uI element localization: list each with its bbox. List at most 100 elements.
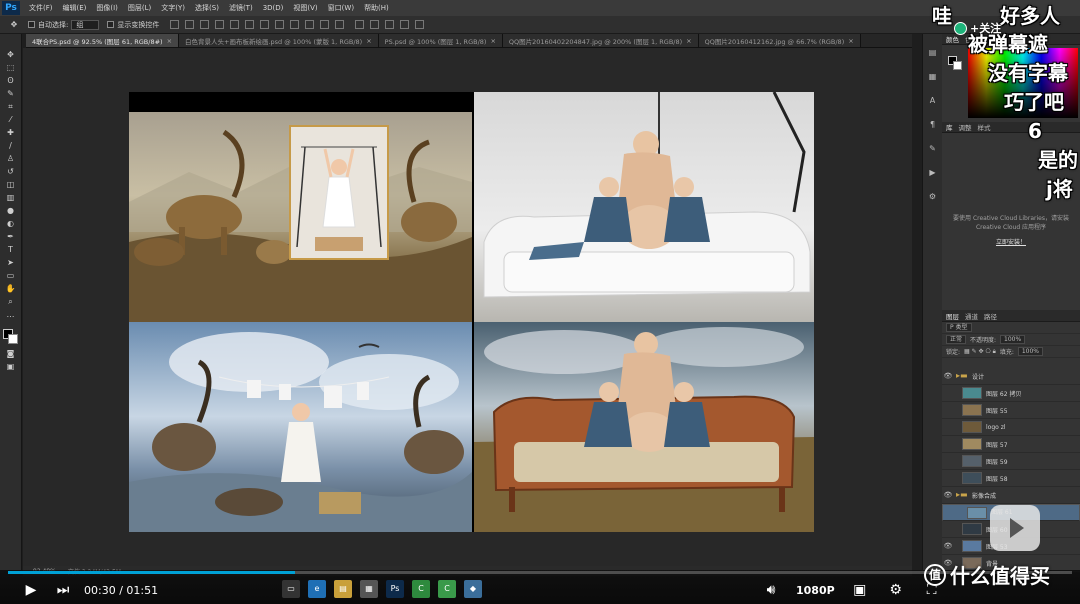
layer-name[interactable]: 设计: [972, 372, 984, 381]
tab-layers[interactable]: 图层: [946, 311, 959, 321]
tool-presets-icon[interactable]: ⚙: [928, 192, 938, 202]
menu-view[interactable]: 视图(V): [288, 3, 322, 13]
danmaku-toggle-icon[interactable]: ▣: [849, 582, 871, 598]
close-icon[interactable]: ×: [686, 37, 691, 45]
layer-row[interactable]: 图层 55: [942, 402, 1080, 419]
move-tool-icon[interactable]: ✥: [5, 50, 17, 59]
distribute-right-icon[interactable]: [335, 20, 345, 29]
gradient-tool-icon[interactable]: ▥: [5, 193, 17, 202]
tab-document-3[interactable]: PS.psd @ 100% (图层 1, RGB/8) ×: [378, 34, 503, 47]
store-taskbar-icon[interactable]: ▦: [360, 580, 378, 598]
edge-taskbar-icon[interactable]: e: [308, 580, 326, 598]
fill-input[interactable]: 100%: [1017, 347, 1044, 356]
layer-name[interactable]: logo zl: [986, 424, 1006, 431]
3d-scale-icon[interactable]: [415, 20, 425, 29]
history-panel-icon[interactable]: ▤: [928, 48, 938, 58]
progress-bar[interactable]: [8, 571, 1072, 574]
panel-color-swatches[interactable]: [948, 56, 962, 70]
layer-name[interactable]: 图层 55: [986, 406, 1008, 415]
menu-image[interactable]: 图像(I): [91, 3, 123, 13]
close-icon[interactable]: ×: [490, 37, 495, 45]
align-vcenter-icon[interactable]: [185, 20, 195, 29]
layer-row[interactable]: 图层 57: [942, 436, 1080, 453]
menu-window[interactable]: 窗口(W): [323, 3, 359, 13]
layer-name[interactable]: 图层 62 拷贝: [986, 389, 1021, 398]
menu-layer[interactable]: 图层(L): [123, 3, 156, 13]
crop-tool-icon[interactable]: ⌗: [5, 102, 17, 111]
camtasia-recorder-taskbar-icon[interactable]: C: [438, 580, 456, 598]
show-transform-checkbox[interactable]: [107, 21, 115, 28]
install-now-link[interactable]: 立即安装！: [948, 238, 1074, 247]
auto-select-option[interactable]: 自动选择: 组: [28, 19, 100, 30]
tab-paths[interactable]: 路径: [984, 311, 997, 321]
menu-select[interactable]: 选择(S): [190, 3, 224, 13]
photo-ibex-diorama[interactable]: [129, 112, 472, 322]
distribute-bottom-icon[interactable]: [290, 20, 300, 29]
other-app-taskbar-icon[interactable]: ◆: [464, 580, 482, 598]
tab-document-4[interactable]: QQ图片20160402204847.jpg @ 200% (图层 1, RGB…: [502, 34, 699, 47]
move-tool-icon[interactable]: ✥: [8, 20, 20, 29]
close-icon[interactable]: ×: [366, 37, 371, 45]
tab-document-5[interactable]: QQ图片20160412162.jpg @ 66.7% (RGB/8) ×: [698, 34, 861, 47]
tab-document-1[interactable]: 4联合PS.psd @ 92.5% (图层 61, RGB/8#) ×: [26, 34, 180, 47]
screen-mode-icon[interactable]: ▣: [5, 362, 17, 371]
paragraph-panel-icon[interactable]: ¶: [928, 120, 938, 130]
settings-icon[interactable]: ⚙: [885, 582, 907, 598]
photoshop-taskbar-icon[interactable]: Ps: [386, 580, 404, 598]
pen-tool-icon[interactable]: ✒: [5, 232, 17, 241]
3d-slide-icon[interactable]: [400, 20, 410, 29]
tab-channels[interactable]: 通道: [965, 311, 978, 321]
windows-task-view-taskbar-icon[interactable]: ▭: [282, 580, 300, 598]
play-icon[interactable]: ▶: [20, 582, 42, 598]
layer-row[interactable]: 图层 58: [942, 470, 1080, 487]
tab-styles[interactable]: 样式: [978, 122, 991, 132]
layer-group-row[interactable]: 👁︎ ▸▬ 影像合成: [942, 487, 1080, 504]
brush-panel-icon[interactable]: ✎: [928, 144, 938, 154]
distribute-hcenter-icon[interactable]: [320, 20, 330, 29]
camtasia-taskbar-icon[interactable]: C: [412, 580, 430, 598]
type-tool-icon[interactable]: T: [5, 245, 17, 254]
blur-tool-icon[interactable]: ●: [5, 206, 17, 215]
auto-select-checkbox[interactable]: [28, 21, 35, 28]
healing-brush-tool-icon[interactable]: ✚: [5, 128, 17, 137]
eraser-tool-icon[interactable]: ◫: [5, 180, 17, 189]
properties-panel-icon[interactable]: ▦: [928, 72, 938, 82]
menu-help[interactable]: 帮助(H): [359, 3, 394, 13]
distribute-left-icon[interactable]: [305, 20, 315, 29]
show-transform-option[interactable]: 显示变换控件: [107, 20, 159, 30]
layer-name[interactable]: 图层 59: [986, 457, 1008, 466]
character-panel-icon[interactable]: A: [928, 96, 938, 106]
eyedropper-tool-icon[interactable]: ⁄: [5, 115, 17, 124]
menu-type[interactable]: 文字(Y): [156, 3, 190, 13]
clone-stamp-tool-icon[interactable]: ♙: [5, 154, 17, 163]
history-brush-tool-icon[interactable]: ↺: [5, 167, 17, 176]
layer-name[interactable]: 图层 58: [986, 474, 1008, 483]
close-icon[interactable]: ×: [167, 37, 172, 45]
shape-tool-icon[interactable]: ▭: [5, 271, 17, 280]
layer-kind-filter[interactable]: P 类型: [946, 323, 972, 332]
layer-row[interactable]: 图层 62 拷贝: [942, 385, 1080, 402]
actions-panel-icon[interactable]: ▶: [928, 168, 938, 178]
menu-file[interactable]: 文件(F): [24, 3, 58, 13]
menu-filter[interactable]: 滤镜(T): [224, 3, 258, 13]
3d-drag-icon[interactable]: [385, 20, 395, 29]
quick-mask-icon[interactable]: ◙: [5, 349, 17, 358]
brush-tool-icon[interactable]: ∕: [5, 141, 17, 150]
close-icon[interactable]: ×: [848, 37, 853, 45]
play-button-overlay[interactable]: [990, 505, 1040, 551]
blend-mode-dropdown[interactable]: 正常: [946, 335, 967, 344]
photo-white-sofa[interactable]: [474, 92, 814, 322]
tab-adjustments[interactable]: 调整: [959, 122, 972, 132]
marquee-tool-icon[interactable]: ⬚: [5, 63, 17, 72]
menu-edit[interactable]: 编辑(E): [58, 3, 92, 13]
auto-select-dropdown[interactable]: 组: [71, 19, 100, 30]
distribute-top-icon[interactable]: [260, 20, 270, 29]
visibility-eye-icon[interactable]: 👁︎: [942, 372, 954, 380]
3d-roll-icon[interactable]: [370, 20, 380, 29]
volume-icon[interactable]: 🔊︎: [760, 582, 782, 598]
next-icon[interactable]: ⏭: [52, 582, 74, 598]
zoom-tool-icon[interactable]: ⌕: [5, 297, 17, 306]
lock-icons[interactable]: ▦ ✎ ✥ ⎔ 🔒︎: [964, 348, 996, 356]
layer-name[interactable]: 图层 57: [986, 440, 1008, 449]
align-hcenter-icon[interactable]: [230, 20, 240, 29]
